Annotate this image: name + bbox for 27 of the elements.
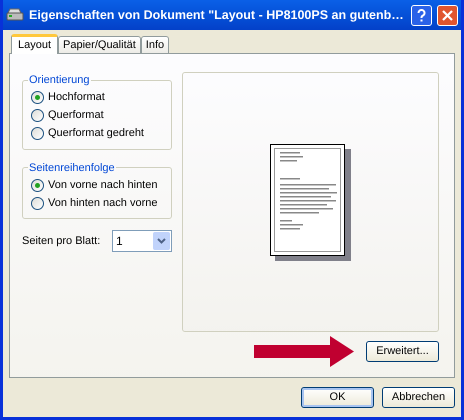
- pages-per-sheet-dropdown[interactable]: 1: [112, 230, 172, 252]
- radio-button[interactable]: [31, 91, 44, 104]
- radio-button[interactable]: [31, 127, 44, 140]
- radio-button[interactable]: [31, 178, 44, 192]
- radio-button[interactable]: [31, 196, 44, 210]
- group-title: Orientierung: [28, 73, 91, 88]
- help-icon: [417, 8, 426, 22]
- group-title: Seitenreihenfolge: [28, 160, 116, 176]
- radio-label[interactable]: Von hinten nach vorne: [48, 194, 158, 212]
- advanced-button[interactable]: Erweitert...: [366, 341, 439, 362]
- printer-icon: [6, 7, 24, 23]
- close-button[interactable]: [437, 4, 458, 26]
- tab[interactable]: Papier/Qualität: [58, 36, 141, 53]
- dialog-button[interactable]: Abbrechen: [382, 387, 455, 408]
- window-title: Eigenschaften von Dokument "Layout - HP8100PS an gutenb…: [29, 6, 405, 24]
- radio-button[interactable]: [31, 109, 44, 122]
- arrow-icon: [254, 336, 354, 367]
- radio-label[interactable]: Querformat: [48, 107, 104, 124]
- tab[interactable]: Info: [140, 36, 170, 53]
- radio-label[interactable]: Von vorne nach hinten: [48, 176, 158, 194]
- dialog-button[interactable]: OK: [301, 387, 374, 408]
- radio-label[interactable]: Querformat gedreht: [48, 125, 144, 142]
- pages-per-sheet-label: Seiten pro Blatt:: [22, 234, 100, 249]
- radio-label[interactable]: Hochformat: [48, 89, 105, 106]
- tab[interactable]: Layout: [11, 34, 58, 54]
- help-button[interactable]: [411, 4, 432, 26]
- close-icon: [442, 10, 453, 20]
